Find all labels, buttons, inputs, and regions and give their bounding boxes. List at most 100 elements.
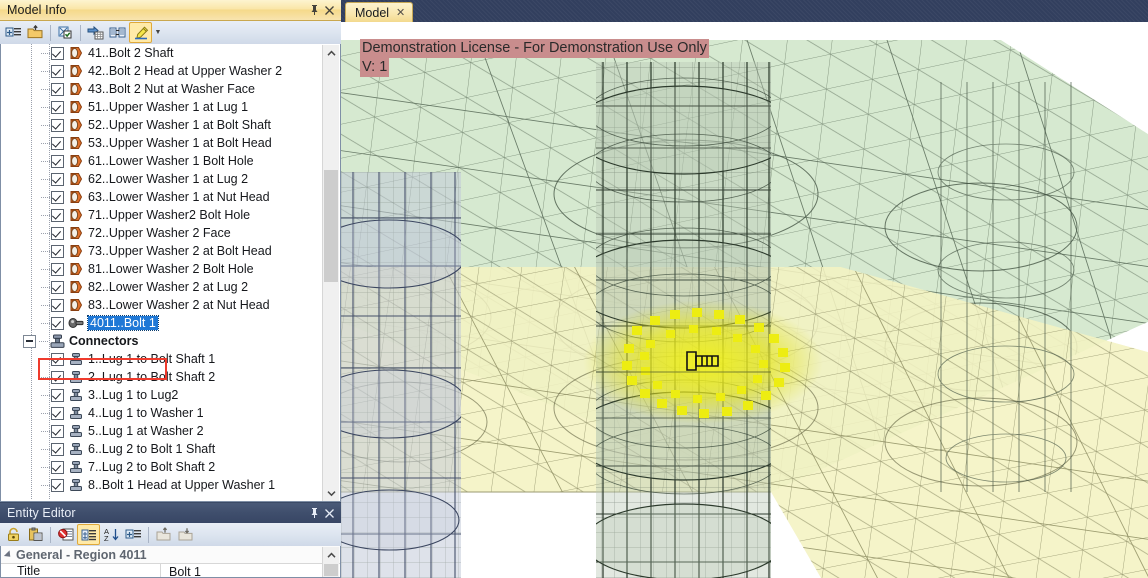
highlighter-icon[interactable] (129, 22, 152, 43)
entity-editor-panel: Entity Editor A Z General - Region 4011 … (0, 503, 341, 578)
no-entity-icon[interactable] (55, 525, 76, 544)
region-icon (68, 118, 84, 133)
tree-item-label: 71..Upper Washer2 Bolt Hole (88, 208, 251, 222)
region-icon (68, 262, 84, 277)
property-value[interactable]: Bolt 1 (161, 565, 201, 577)
tree-item-label: 5..Lug 1 at Washer 2 (88, 424, 204, 438)
tree-item-label: 43..Bolt 2 Nut at Washer Face (88, 82, 255, 96)
import-icon[interactable] (153, 525, 174, 544)
tree-item-checkbox[interactable] (51, 370, 64, 384)
tree-connector-dash (39, 340, 48, 342)
left-dock: Model Info ▼ 41..Bolt 2 Shaft 42..Bolt 2… (0, 0, 341, 578)
tree-item-checkbox[interactable] (51, 424, 64, 438)
tree-item-checkbox[interactable] (51, 244, 64, 258)
scroll-down-arrow-icon[interactable] (323, 485, 339, 501)
tree-item-checkbox[interactable] (51, 262, 64, 276)
pin-icon[interactable] (307, 2, 322, 18)
tree-item-checkbox[interactable] (51, 298, 64, 312)
entity-editor-scrollbar[interactable] (322, 547, 339, 577)
tree-item-label: 61..Lower Washer 1 Bolt Hole (88, 154, 254, 168)
tree-item-checkbox[interactable] (51, 406, 64, 420)
tree-item-checkbox[interactable] (51, 226, 64, 240)
close-icon[interactable] (322, 2, 337, 18)
collapse-expander-icon[interactable] (23, 334, 36, 348)
tree-vertical-scrollbar[interactable] (322, 45, 339, 501)
tree-item-checkbox[interactable] (51, 388, 64, 402)
region-icon (68, 82, 84, 97)
tree-guide-line (49, 44, 50, 500)
highlighter-dropdown-caret-icon[interactable]: ▼ (153, 23, 163, 42)
toolbar-separator (50, 526, 51, 543)
model-tree-container[interactable]: 41..Bolt 2 Shaft 42..Bolt 2 Head at Upper… (0, 44, 341, 502)
scroll-up-arrow-icon[interactable] (323, 45, 339, 61)
tree-item-label: 6..Lug 2 to Bolt 1 Shaft (88, 442, 216, 456)
toolbar-separator (148, 526, 149, 543)
connector-icon (68, 478, 84, 493)
region-icon (68, 100, 84, 115)
tree-item-checkbox[interactable] (51, 64, 64, 78)
tab-model[interactable]: Model ✕ (345, 2, 414, 22)
tree-item-checkbox[interactable] (51, 82, 64, 96)
tree-item-checkbox[interactable] (51, 478, 64, 492)
tree-item-checkbox[interactable] (51, 136, 64, 150)
alphabetical-sort-icon[interactable]: A Z (101, 525, 122, 544)
tree-item-label: 7..Lug 2 to Bolt Shaft 2 (88, 460, 216, 474)
tree-item-label: 83..Lower Washer 2 at Nut Head (88, 298, 270, 312)
region-icon (68, 226, 84, 241)
connector-icon (68, 352, 84, 367)
tree-item-checkbox[interactable] (51, 208, 64, 222)
3d-viewport[interactable]: Demonstration License - For Demonstratio… (341, 22, 1148, 578)
entity-editor-category-header[interactable]: General - Region 4011 (1, 546, 340, 564)
connector-icon (68, 388, 84, 403)
bolt-selection-highlight (583, 300, 823, 424)
region-icon (68, 136, 84, 151)
tree-item-checkbox[interactable] (51, 442, 64, 456)
pin-icon[interactable] (307, 505, 322, 521)
check-selection-icon[interactable] (55, 23, 76, 42)
tree-item-checkbox[interactable] (51, 190, 64, 204)
tree-item-label: 41..Bolt 2 Shaft (88, 46, 174, 60)
tree-item-checkbox[interactable] (51, 352, 64, 366)
region-icon (68, 64, 84, 79)
tree-item-checkbox[interactable] (51, 154, 64, 168)
categorized-view-icon[interactable] (77, 524, 100, 545)
move-to-table-icon[interactable] (85, 23, 106, 42)
close-icon[interactable] (322, 505, 337, 521)
tree-guide-line (31, 44, 32, 500)
scroll-up-arrow-icon[interactable] (323, 547, 339, 563)
entity-editor-property-grid[interactable]: General - Region 4011 Title Bolt 1 (0, 546, 341, 578)
tree-item-label: 42..Bolt 2 Head at Upper Washer 2 (88, 64, 283, 78)
tree-item-checkbox[interactable] (51, 118, 64, 132)
entity-editor-category-label: General - Region 4011 (16, 547, 147, 562)
open-folder-icon[interactable] (25, 23, 46, 42)
property-row[interactable]: Title Bolt 1 (1, 564, 340, 577)
export-icon[interactable] (175, 525, 196, 544)
entity-editor-toolbar: A Z (0, 523, 341, 547)
tree-item-checkbox[interactable] (51, 460, 64, 474)
connector-icon (68, 424, 84, 439)
toolbar-separator (80, 24, 81, 41)
tree-item-checkbox[interactable] (51, 316, 64, 330)
tab-model-label: Model (355, 5, 390, 20)
property-key: Title (1, 564, 161, 577)
tree-item-checkbox[interactable] (51, 46, 64, 60)
entity-editor-scrollbar-thumb[interactable] (324, 564, 338, 576)
tree-item-checkbox[interactable] (51, 100, 64, 114)
connector-group-icon (49, 334, 65, 349)
tree-item-checkbox[interactable] (51, 172, 64, 186)
expand-all-icon[interactable] (123, 525, 144, 544)
license-line-2: V: 1 (360, 58, 390, 77)
paste-properties-icon[interactable] (25, 525, 46, 544)
sync-columns-icon[interactable] (107, 23, 128, 42)
tree-item-checkbox[interactable] (51, 280, 64, 294)
close-icon[interactable]: ✕ (396, 6, 405, 19)
tree-scrollbar-thumb[interactable] (324, 170, 338, 282)
add-entity-icon[interactable] (3, 23, 24, 42)
tree-item-label: 53..Upper Washer 1 at Bolt Head (88, 136, 272, 150)
model-info-title: Model Info (7, 3, 67, 17)
tree-item-label: 63..Lower Washer 1 at Nut Head (88, 190, 270, 204)
lock-icon[interactable] (3, 525, 24, 544)
license-line-1: Demonstration License - For Demonstratio… (360, 39, 709, 58)
license-banner: Demonstration License - For Demonstratio… (360, 39, 709, 77)
collapse-triangle-icon[interactable] (3, 549, 14, 560)
